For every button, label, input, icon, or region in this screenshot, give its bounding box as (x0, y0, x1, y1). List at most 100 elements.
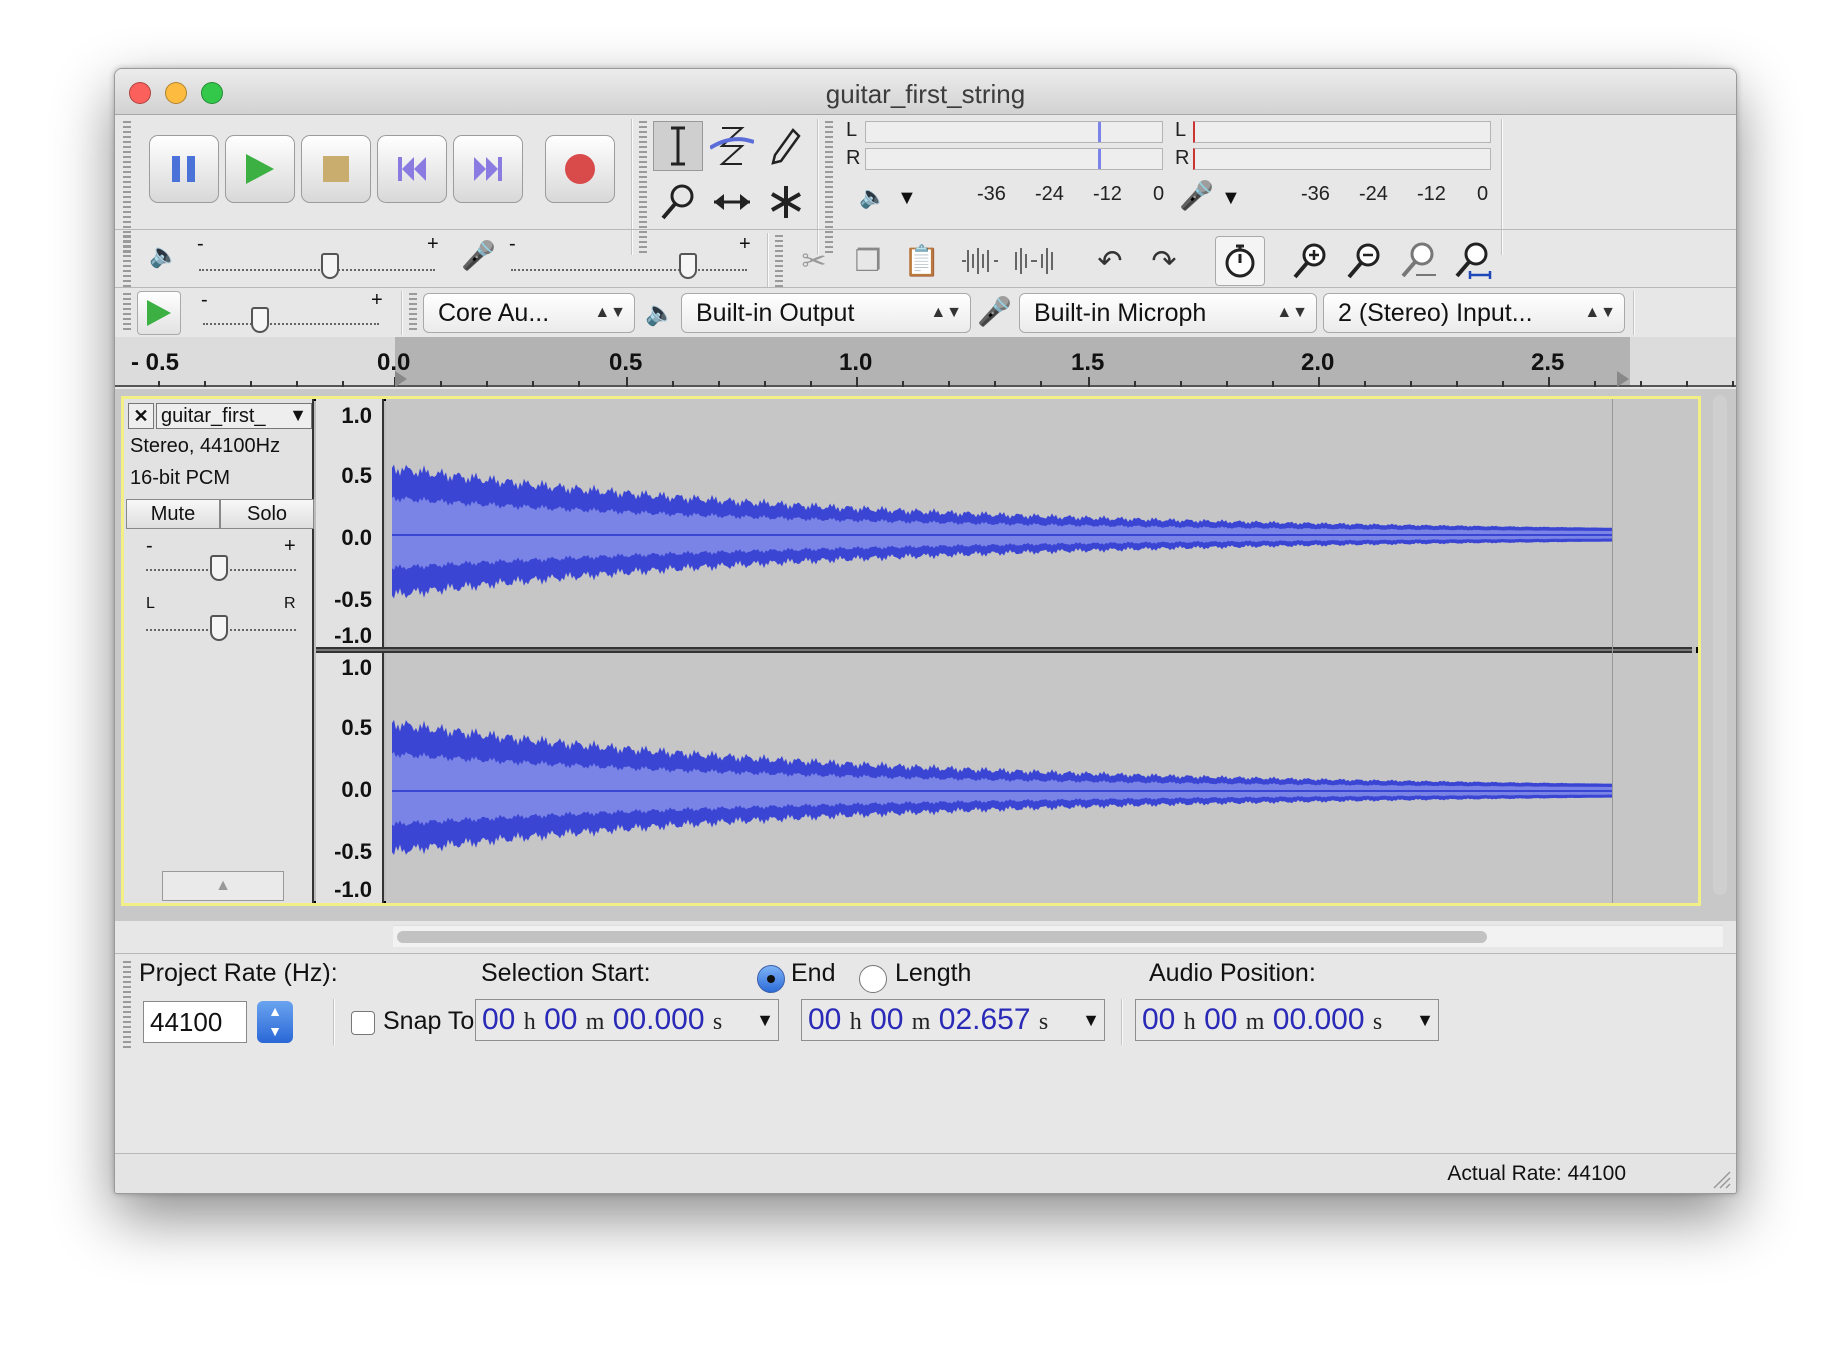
playback-meter-left[interactable] (865, 121, 1163, 143)
chevron-down-icon[interactable]: ▼ (756, 1000, 774, 1040)
resize-grip-icon[interactable] (1710, 1168, 1732, 1190)
cut-button[interactable]: ✂ (789, 236, 839, 286)
record-meter-left[interactable] (1193, 121, 1491, 143)
asterisk-icon (771, 186, 801, 218)
title-bar: guitar_first_string (115, 69, 1736, 115)
copy-button[interactable]: ❐ (843, 236, 893, 286)
record-meter-menu[interactable]: ▼ (1221, 187, 1241, 210)
track-name: guitar_first_ (161, 405, 266, 427)
track-name-menu[interactable]: guitar_first_ ▼ (156, 403, 312, 429)
recording-volume-slider[interactable] (511, 247, 747, 279)
scale-label: 1.0 (341, 403, 372, 428)
selection-tool[interactable] (653, 121, 703, 171)
length-radio[interactable] (859, 965, 887, 993)
meter-toolbar-grip[interactable] (825, 121, 833, 255)
chevron-down-icon: ▼ (289, 405, 307, 425)
mixer-toolbar-grip[interactable] (123, 235, 131, 287)
slider-thumb[interactable] (321, 253, 339, 279)
pause-icon (172, 156, 195, 182)
undo-button[interactable]: ↶ (1085, 236, 1135, 286)
skip-to-end-button[interactable] (453, 135, 523, 203)
scrollbar-thumb[interactable] (397, 931, 1487, 943)
record-button[interactable] (545, 135, 615, 203)
track-collapse-button[interactable]: ▲ (162, 871, 284, 901)
waveform-left-channel[interactable] (386, 399, 1698, 647)
input-channels-select[interactable]: 2 (Stereo) Input... ▲▼ (1323, 293, 1625, 333)
stop-button[interactable] (301, 135, 371, 203)
audio-track[interactable]: ✕ guitar_first_ ▼ Stereo, 44100Hz 16-bit… (121, 396, 1701, 906)
timeline-ruler[interactable]: - 0.5 0.0 0.5 1.0 1.5 2.0 2.5 (115, 337, 1736, 387)
minutes-unit: m (585, 1009, 605, 1035)
output-device-select[interactable]: Built-in Output ▲▼ (681, 293, 971, 333)
project-rate-stepper[interactable]: ▲ ▼ (257, 1001, 293, 1043)
envelope-tool[interactable] (707, 121, 757, 171)
play-icon (147, 300, 171, 326)
slider-thumb[interactable] (210, 555, 228, 581)
peak-marker (1098, 122, 1101, 142)
waveform-right-channel[interactable] (386, 653, 1698, 903)
silence-button[interactable] (1009, 236, 1059, 286)
fit-project-button[interactable] (1447, 236, 1497, 286)
zoom-out-button[interactable] (1339, 236, 1389, 286)
audio-host-select[interactable]: Core Au... ▲▼ (423, 293, 635, 333)
chevron-down-icon[interactable]: ▼ (1416, 1000, 1434, 1040)
solo-button[interactable]: Solo (220, 499, 314, 529)
toolbar-separator (333, 999, 335, 1045)
input-device-select[interactable]: Built-in Microph ▲▼ (1019, 293, 1317, 333)
track-gain-slider[interactable] (146, 547, 296, 581)
horizontal-scrollbar[interactable] (393, 925, 1723, 947)
seconds-value: 00.000 (1272, 1003, 1365, 1036)
play-at-speed-button[interactable] (137, 291, 181, 335)
device-toolbar-grip[interactable] (409, 293, 417, 333)
pause-button[interactable] (149, 135, 219, 203)
mute-button[interactable]: Mute (126, 499, 220, 529)
speaker-icon: 🔈 (859, 184, 887, 209)
toolbar-separator (1633, 291, 1635, 335)
vertical-ruler-right-channel[interactable]: 1.0 0.5 0.0 -0.5 -1.0 (316, 653, 384, 903)
record-scale-36: -36 (1301, 183, 1330, 205)
scale-label: 0.0 (341, 525, 372, 550)
edit-toolbar-grip[interactable] (775, 235, 783, 287)
playback-scale-24: -24 (1035, 183, 1064, 205)
snap-to-checkbox[interactable] (351, 1011, 375, 1035)
track-close-button[interactable]: ✕ (128, 403, 154, 429)
recording-volume-icon: 🎤 (461, 240, 496, 271)
toolbar-separator (1121, 999, 1123, 1045)
playback-scale-0: 0 (1153, 183, 1165, 205)
playback-meter-menu[interactable]: ▼ (897, 187, 917, 210)
zoom-tool[interactable] (653, 177, 703, 227)
multi-tool[interactable] (761, 177, 811, 227)
slider-thumb[interactable] (679, 253, 697, 279)
fit-selection-button[interactable] (1393, 236, 1443, 286)
track-pan-slider[interactable] (146, 607, 296, 641)
vertical-ruler-left-channel[interactable]: 1.0 0.5 0.0 -0.5 -1.0 (316, 399, 384, 649)
draw-tool[interactable] (761, 121, 811, 171)
chevron-down-icon[interactable]: ▼ (1082, 1000, 1100, 1040)
track-panel: ✕ guitar_first_ ▼ Stereo, 44100Hz 16-bit… (115, 389, 1736, 921)
transcription-toolbar-grip[interactable] (123, 293, 131, 333)
trim-button[interactable] (955, 236, 1005, 286)
sync-lock-button[interactable] (1215, 236, 1265, 286)
skip-to-start-button[interactable] (377, 135, 447, 203)
playback-speed-slider[interactable] (203, 301, 379, 333)
project-rate-combo[interactable]: 44100 (143, 1001, 247, 1043)
play-button[interactable] (225, 135, 295, 203)
audio-position-time[interactable]: 00 h 00 m 00.000 s ▼ (1135, 999, 1439, 1041)
selection-end-time[interactable]: 00 h 00 m 02.657 s ▼ (801, 999, 1105, 1041)
redo-button[interactable]: ↷ (1139, 236, 1189, 286)
silence-icon (1015, 248, 1053, 274)
slider-thumb[interactable] (251, 307, 269, 333)
playback-scale-12: -12 (1093, 183, 1122, 205)
selection-toolbar-grip[interactable] (123, 961, 131, 1049)
record-meter-right[interactable] (1193, 148, 1491, 170)
selection-start-time[interactable]: 00 h 00 m 00.000 s ▼ (475, 999, 779, 1041)
slider-thumb[interactable] (210, 615, 228, 641)
playback-meter-right[interactable] (865, 148, 1163, 170)
vertical-scrollbar[interactable] (1713, 395, 1727, 895)
tools-toolbar-grip[interactable] (639, 121, 647, 255)
time-shift-tool[interactable] (707, 177, 757, 227)
playback-volume-slider[interactable] (199, 247, 435, 279)
end-radio[interactable] (757, 965, 785, 993)
zoom-in-button[interactable] (1285, 236, 1335, 286)
paste-button[interactable]: 📋 (897, 236, 947, 286)
